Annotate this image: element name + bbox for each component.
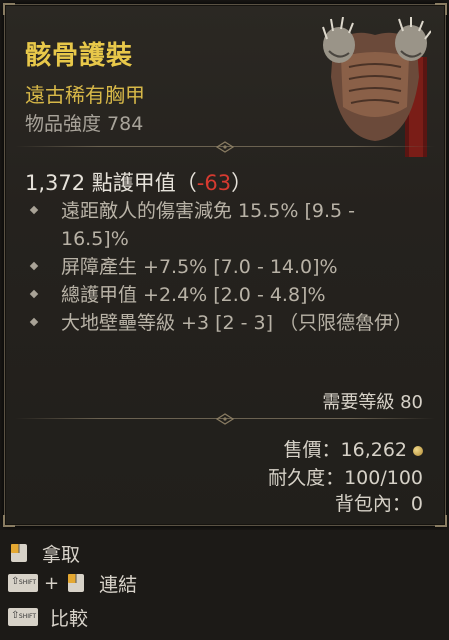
corner-ornament (3, 3, 15, 15)
affix-text: 屏障產生 +7.5% [7.0 - 14.0]% (61, 256, 338, 278)
compare-action[interactable]: ⇧ SHIFT 比較 (8, 602, 88, 632)
affix-text: 大地壁壘等級 +3 [2 - 3] （只限德魯伊） (61, 312, 413, 334)
diamond-bullet-icon (29, 317, 39, 327)
item-name: 骸骨護裝 (25, 41, 134, 71)
mouse-left-click-icon (68, 574, 85, 592)
item-type: 遠古稀有胸甲 (25, 83, 145, 107)
armor-delta: -63 (196, 171, 232, 195)
affix-text: 遠距敵人的傷害減免 15.5% [9.5 - 16.5]% (61, 200, 355, 250)
armor-value: 1,372 點護甲值（-63） (25, 167, 252, 197)
corner-ornament (3, 515, 15, 527)
affix-item: 屏障產生 +7.5% [7.0 - 14.0]% (25, 253, 425, 281)
shift-key-icon: ⇧ SHIFT (8, 608, 38, 626)
armor-open-paren: （ (175, 171, 197, 195)
mouse-left-click-icon (11, 544, 27, 562)
plus-sign: + (44, 572, 60, 594)
diamond-bullet-icon (29, 261, 39, 271)
action-hints: 拿取 ⇧ SHIFT + 連結 ⇧ SHIFT 比較 (0, 530, 449, 640)
corner-ornament (435, 3, 447, 15)
section-divider (15, 413, 435, 425)
diamond-bullet-icon (29, 205, 39, 215)
affix-list: 遠距敵人的傷害減免 15.5% [9.5 - 16.5]% 屏障產生 +7.5%… (25, 197, 425, 337)
armor-close-paren: ） (231, 171, 253, 195)
affix-item: 總護甲值 +2.4% [2.0 - 4.8]% (25, 281, 425, 309)
durability: 耐久度：100/100 (268, 467, 423, 489)
affix-text: 總護甲值 +2.4% [2.0 - 4.8]% (61, 284, 326, 306)
item-power: 物品強度 784 (25, 113, 144, 135)
chest-armor-icon (322, 17, 431, 157)
sell-price: 售價：16,262 (284, 435, 423, 462)
shift-key-icon: ⇧ SHIFT (8, 574, 38, 592)
link-action[interactable]: ⇧ SHIFT + 連結 (8, 568, 137, 598)
section-divider (15, 141, 435, 153)
affix-item: 大地壁壘等級 +3 [2 - 3] （只限德魯伊） (25, 309, 425, 337)
link-label: 連結 (99, 573, 138, 596)
pickup-action[interactable]: 拿取 (8, 538, 80, 568)
affix-item: 遠距敵人的傷害減免 15.5% [9.5 - 16.5]% (25, 197, 425, 253)
sell-price-text: 售價：16,262 (283, 439, 407, 461)
bag-count: 背包內：0 (334, 493, 423, 515)
compare-label: 比較 (50, 607, 89, 630)
armor-value-text: 1,372 點護甲值 (25, 171, 176, 195)
item-tooltip: 骸骨護裝 遠古稀有胸甲 物品強度 784 1,372 點護甲值（-63） 遠距敵… (3, 3, 447, 527)
pickup-label: 拿取 (42, 543, 81, 566)
corner-ornament (435, 515, 447, 527)
diamond-bullet-icon (29, 289, 39, 299)
gold-coin-icon (413, 445, 423, 456)
required-level: 需要等級 80 (322, 392, 423, 413)
